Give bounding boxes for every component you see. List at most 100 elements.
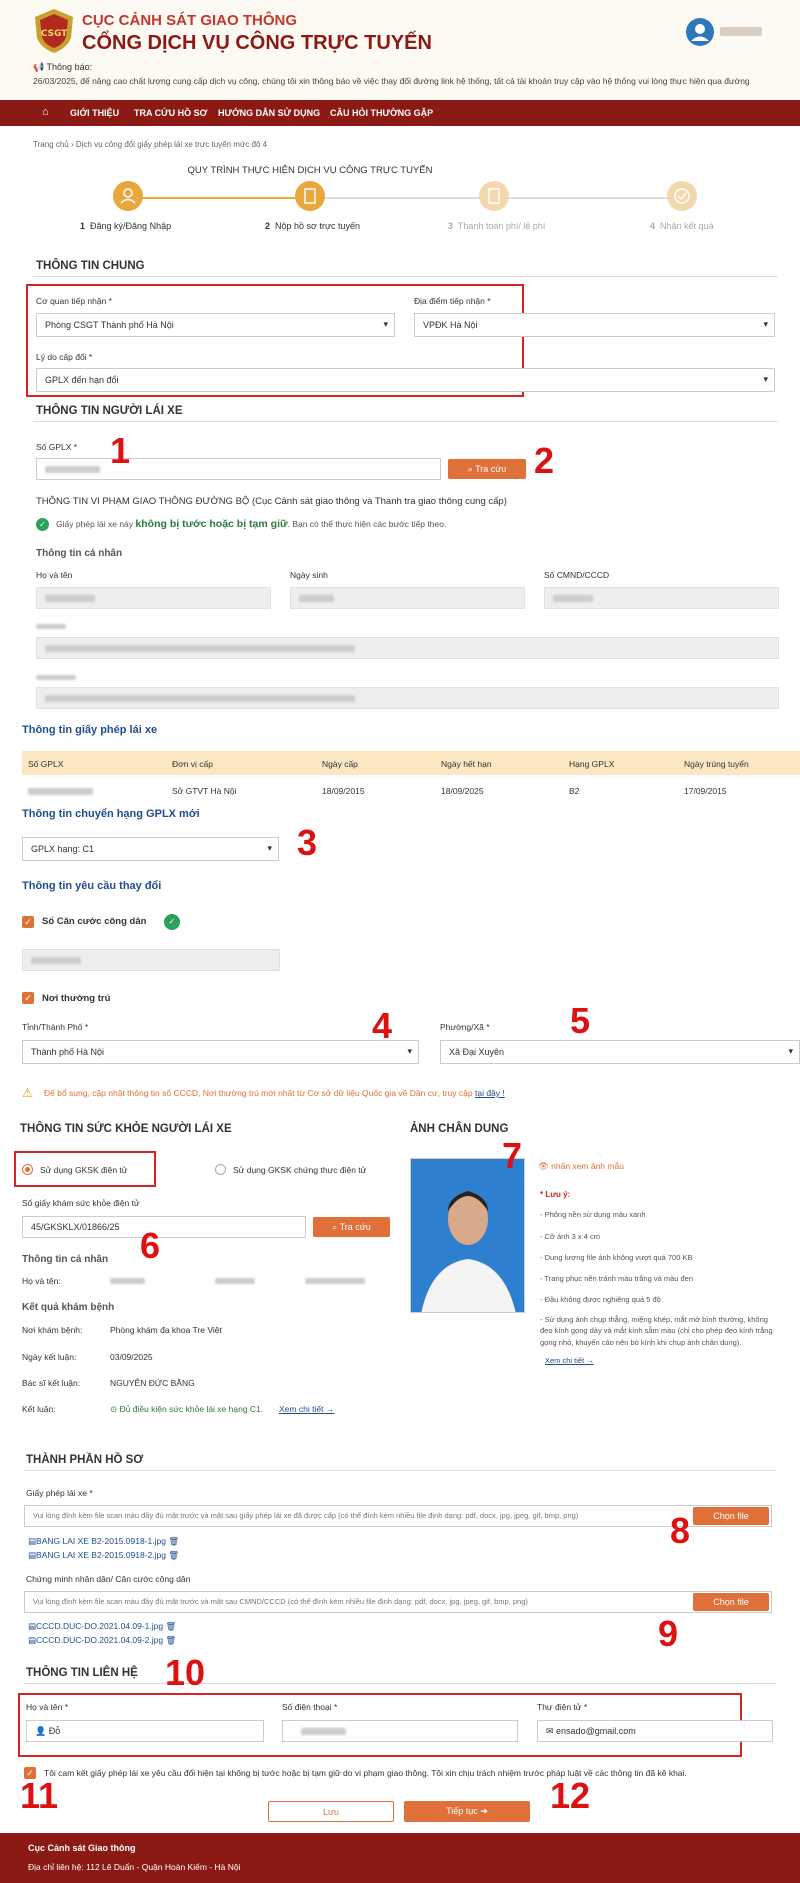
cert-lookup-button[interactable]: ⌕ Tra cứu [313, 1217, 390, 1237]
radio-electronic-label: Sử dụng GKSK điện tử [40, 1165, 128, 1175]
residence-checkbox[interactable]: ✓ [22, 992, 34, 1004]
step-3-label: 3 Thanh toán phí/ lệ phí [448, 221, 546, 231]
file-icon: ▤ [28, 1635, 37, 1645]
annotation-4: 4 [372, 1005, 393, 1046]
user-name[interactable] [720, 27, 762, 36]
table-cell: 18/09/2015 [322, 786, 365, 796]
trash-icon[interactable]: 🗑 [166, 1550, 179, 1560]
location-label: Địa điểm tiếp nhận * [414, 296, 491, 306]
gplx-lookup-button[interactable]: ⌕ Tra cứu [448, 459, 526, 479]
cert-number-label: Số giấy khám sức khỏe điện tử [22, 1198, 140, 1208]
divider [24, 1683, 776, 1684]
home-icon[interactable]: ⌂ [42, 106, 49, 118]
annotation-2: 2 [534, 440, 555, 481]
step-2-document-icon [295, 181, 325, 211]
id-checkbox-label: Số Căn cước công dân [42, 916, 147, 927]
health-personal-title: Thông tin cá nhân [22, 1254, 109, 1265]
gplx-number-input[interactable] [36, 458, 441, 480]
cert-number-input[interactable]: 45/GKSKLX/01866/25 [22, 1216, 306, 1238]
id-doc-input[interactable]: Vui lòng đính kèm file scan màu đầy đủ m… [24, 1591, 772, 1613]
trash-icon[interactable]: 🗑 [163, 1635, 176, 1645]
save-button[interactable]: Lưu [268, 1801, 394, 1822]
exam-result-title: Kết quả khám bệnh [22, 1302, 115, 1313]
warning-text: Để bổ sung, cập nhật thông tin số CCCD, … [44, 1088, 505, 1098]
breadcrumb-home[interactable]: Trang chủ [33, 140, 69, 149]
trash-icon[interactable]: 🗑 [163, 1621, 176, 1631]
annotation-9: 9 [658, 1613, 679, 1654]
breadcrumb-current: Dịch vụ công đổi giấy phép lái xe trực t… [75, 140, 268, 149]
warning-link[interactable]: tại đây ! [475, 1088, 505, 1098]
search-icon: ⌕ [332, 1222, 340, 1232]
id-field [544, 587, 779, 609]
portrait-photo[interactable] [410, 1158, 525, 1313]
user-icon: 👤 [35, 1726, 49, 1736]
annotation-11: 11 [20, 1775, 59, 1816]
note-item: - Sử dụng ảnh chụp thẳng, miệng khép, mắ… [540, 1315, 773, 1347]
residence-field [36, 687, 779, 709]
search-icon: ⌕ [467, 464, 476, 474]
ward-select[interactable]: Xã Đại Xuyên [440, 1040, 800, 1064]
violation-status: Giấy phép lái xe này không bị tước hoặc … [56, 518, 447, 530]
nav-item-about[interactable]: GIỚI THIỆU [70, 108, 119, 118]
id-choose-file-button[interactable]: Chọn file [693, 1593, 769, 1611]
file-icon: ▤ [28, 1621, 37, 1631]
annotation-6: 6 [140, 1225, 161, 1266]
radio-electronic[interactable] [22, 1164, 33, 1175]
svg-text:CSGT: CSGT [41, 29, 68, 39]
license-choose-file-button[interactable]: Chọn file [693, 1507, 769, 1525]
doctor-label: Bác sĩ kết luận: [22, 1378, 81, 1388]
file-link[interactable]: ▤BANG LAI XE B2-2015.0918-2.jpg 🗑 [28, 1550, 179, 1561]
divider [33, 276, 778, 277]
file-link[interactable]: ▤BANG LAI XE B2-2015.0918-1.jpg 🗑 [28, 1536, 179, 1547]
nav-item-lookup[interactable]: TRA CỨU HỒ SƠ [134, 108, 207, 118]
license-doc-input[interactable]: Vui lòng đính kèm file scan màu đầy đủ m… [24, 1505, 772, 1527]
agency-select[interactable]: Phòng CSGT Thành phố Hà Nội [36, 313, 395, 337]
police-emblem-logo[interactable]: CSGT [33, 8, 75, 54]
file-link[interactable]: ▤CCCD.DUC-DO.2021.04.09-1.jpg 🗑 [28, 1621, 176, 1632]
contact-name-input[interactable]: 👤 Đỗ [26, 1720, 264, 1742]
province-select[interactable]: Thành phố Hà Nội [22, 1040, 419, 1064]
health-id-label [215, 1278, 255, 1284]
section-title-docs: THÀNH PHẦN HỒ SƠ [26, 1454, 144, 1466]
id-checkbox[interactable]: ✓ [22, 916, 34, 928]
process-line-done [128, 197, 310, 199]
file-link[interactable]: ▤CCCD.DUC-DO.2021.04.09-2.jpg 🗑 [28, 1635, 176, 1646]
license-doc-label: Giấy phép lái xe * [26, 1488, 93, 1498]
site-footer [0, 1833, 800, 1883]
nav-item-guide[interactable]: HƯỚNG DẪN SỬ DỤNG [218, 108, 320, 118]
reason-select[interactable]: GPLX đến hạn đổi [36, 368, 775, 392]
notes-detail-link[interactable]: Xem chi tiết → [545, 1356, 594, 1365]
contact-name-label: Họ và tên * [26, 1702, 69, 1712]
site-title-top: CỤC CẢNH SÁT GIAO THÔNG [82, 12, 297, 29]
table-cell: Sở GTVT Hà Nội [172, 786, 237, 796]
process-title: QUY TRÌNH THỰC HIỆN DỊCH VỤ CÔNG TRỰC TU… [187, 165, 433, 176]
annotation-10: 10 [165, 1652, 206, 1693]
sample-photo-link[interactable]: 👁 nhấn xem ảnh mẫu [538, 1161, 624, 1172]
continue-button[interactable]: Tiếp tục ➔ [404, 1801, 530, 1822]
divider [33, 421, 778, 422]
contact-email-input[interactable]: ✉ ensado@gmail.com [537, 1720, 773, 1742]
annotation-1: 1 [110, 430, 131, 471]
note-item: - Phông nền sử dụng màu xanh [540, 1210, 646, 1219]
contact-phone-label: Số điện thoại * [282, 1702, 338, 1712]
notice-text: 26/03/2025, để nâng cao chất lượng cung … [33, 76, 750, 86]
table-cell: 17/09/2015 [684, 786, 727, 796]
id-doc-label: Chứng minh nhân dân/ Căn cước công dân [26, 1574, 191, 1584]
contact-phone-input[interactable] [282, 1720, 518, 1742]
nav-item-faq[interactable]: CÂU HỎI THƯỜNG GẶP [330, 108, 433, 118]
verified-check-icon: ✓ [164, 914, 180, 930]
trash-icon[interactable]: 🗑 [166, 1536, 179, 1546]
dob-label: Ngày sinh [290, 570, 328, 580]
contact-email-label: Thư điện tử * [537, 1702, 588, 1712]
location-select[interactable]: VPĐK Hà Nội [414, 313, 775, 337]
section-title-driver: THÔNG TIN NGƯỜI LÁI XE [36, 405, 183, 417]
conclusion-detail-link[interactable]: Xem chi tiết → [279, 1404, 334, 1414]
province-label: Tỉnh/Thành Phố * [22, 1022, 89, 1032]
class-select[interactable]: GPLX hạng: C1 [22, 837, 279, 861]
annotation-3: 3 [297, 822, 318, 863]
table-cell: B2 [569, 786, 580, 796]
user-avatar-icon[interactable] [686, 18, 714, 46]
radio-certified-label: Sử dụng GKSK chứng thực điện tử [233, 1165, 367, 1175]
radio-certified[interactable] [215, 1164, 226, 1175]
file-icon: ▤ [28, 1536, 37, 1546]
